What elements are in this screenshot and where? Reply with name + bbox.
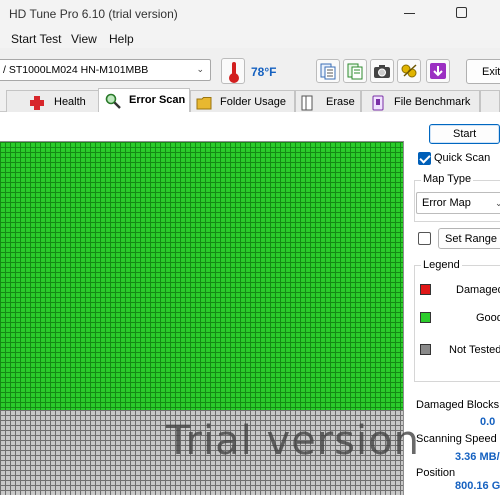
set-range-button-label: Set Range (445, 233, 497, 245)
legend-swatch-not-tested (420, 344, 431, 355)
temperature-readout: 78°F (251, 65, 277, 79)
scanning-speed-label: Scanning Speed (416, 433, 497, 445)
tab-more[interactable] (480, 90, 500, 112)
save-download-icon (430, 63, 446, 79)
magnifier-icon (105, 93, 121, 109)
menu-help[interactable]: Help (109, 32, 134, 46)
copy-info-icon (347, 63, 363, 80)
map-type-label: Map Type (421, 173, 474, 185)
start-button[interactable]: Start (429, 124, 500, 144)
folder-icon (196, 97, 212, 110)
tab-folder-usage-label: Folder Usage (220, 96, 287, 108)
legend-swatch-good (420, 312, 431, 323)
chevron-down-icon: ⌄ (196, 64, 204, 74)
legend-label-not-tested: Not Tested (449, 344, 500, 356)
tab-error-scan-label: Error Scan (129, 94, 186, 106)
map-type-select[interactable]: Error Map ⌄ (416, 192, 500, 214)
tab-health[interactable]: Health (6, 90, 99, 112)
options-button[interactable] (397, 59, 421, 83)
legend-label-good: Good (476, 312, 500, 324)
tab-health-label: Health (54, 96, 86, 108)
tab-folder-usage[interactable]: Folder Usage (190, 90, 295, 112)
copy-info-button[interactable] (343, 59, 367, 83)
legend-title: Legend (421, 259, 462, 271)
scanning-speed-value: 3.36 MB/ (455, 451, 500, 463)
save-download-button[interactable] (426, 59, 450, 83)
menu-bar: Start Test View Help (0, 28, 500, 48)
map-good-blocks (0, 142, 403, 410)
thermometer-icon (221, 58, 245, 84)
maximize-button[interactable] (456, 7, 467, 18)
set-range-checkbox[interactable] (418, 232, 431, 245)
window-title: HD Tune Pro 6.10 (trial version) (9, 7, 178, 21)
erase-icon (301, 95, 313, 111)
quick-scan-checkbox[interactable] (418, 152, 431, 165)
copy-text-button[interactable] (316, 59, 340, 83)
menu-view[interactable]: View (71, 32, 97, 46)
trial-watermark: Trial version (166, 418, 420, 464)
tab-error-scan[interactable]: Error Scan (98, 88, 190, 113)
minimize-button[interactable] (404, 13, 415, 14)
screenshot-button[interactable] (370, 59, 394, 83)
legend-swatch-damaged (420, 284, 431, 295)
position-value: 800.16 G (455, 480, 500, 492)
toolbar: / ST1000LM024 HN-M101MBB ⌄ 78°F Exit (0, 52, 500, 88)
drive-select[interactable]: / ST1000LM024 HN-M101MBB ⌄ (0, 59, 211, 81)
set-range-button[interactable]: Set Range (438, 228, 500, 249)
chevron-down-icon: ⌄ (495, 198, 500, 208)
exit-button-label: Exit (482, 66, 500, 78)
quick-scan-label: Quick Scan (434, 152, 491, 164)
menu-start-test[interactable]: Start Test (11, 32, 61, 46)
damaged-blocks-value: 0.0 (480, 416, 496, 428)
file-benchmark-icon (372, 95, 384, 111)
tab-erase[interactable]: Erase (295, 90, 361, 112)
drive-select-value: / ST1000LM024 HN-M101MBB (3, 64, 149, 76)
health-cross-icon (30, 96, 44, 110)
map-type-value: Error Map (422, 197, 471, 209)
start-button-label: Start (453, 128, 477, 140)
exit-button[interactable]: Exit (466, 59, 500, 84)
copy-text-icon (320, 63, 336, 80)
tab-file-benchmark[interactable]: File Benchmark (361, 90, 480, 112)
tab-erase-label: Erase (326, 96, 355, 108)
legend-label-damaged: Damaged (456, 284, 500, 296)
tab-strip: Health Error Scan Folder Usage Erase Fil… (0, 88, 500, 113)
title-bar: HD Tune Pro 6.10 (trial version) (0, 0, 500, 28)
tab-file-benchmark-label: File Benchmark (394, 96, 471, 108)
damaged-blocks-label: Damaged Blocks (416, 399, 500, 411)
screenshot-icon (374, 65, 390, 78)
position-label: Position (416, 467, 456, 479)
options-icon (401, 64, 417, 78)
